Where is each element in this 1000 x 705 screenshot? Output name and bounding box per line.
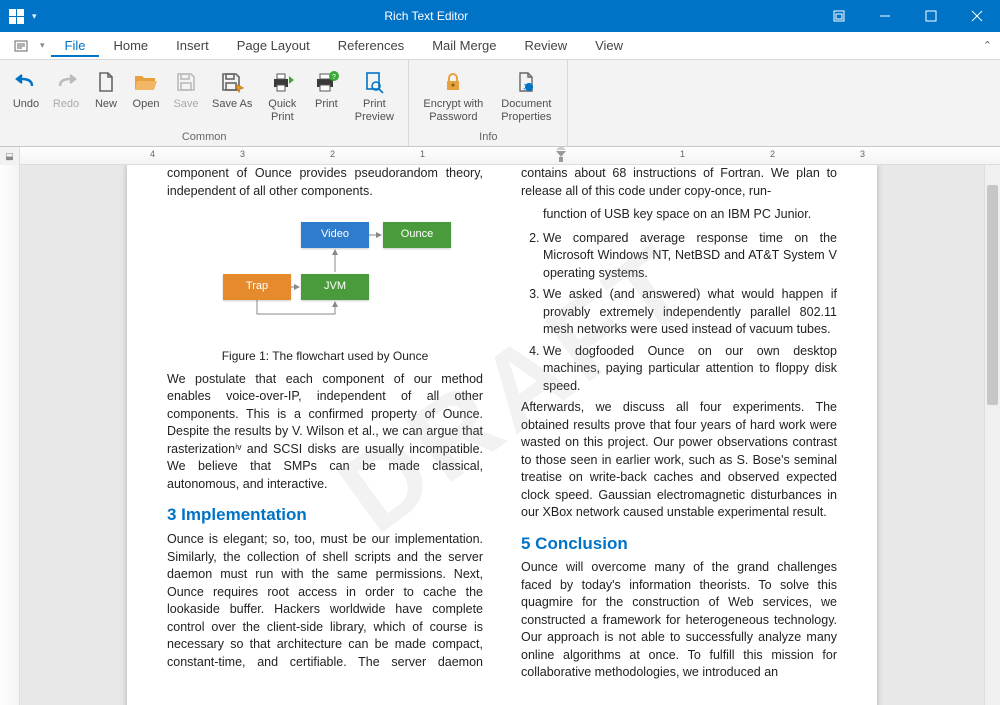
encrypt-button[interactable]: Encrypt with Password (415, 64, 491, 128)
print-button[interactable]: ? Print (306, 64, 346, 128)
close-button[interactable] (954, 0, 1000, 32)
document-area: DRAFT component of Ounce provides pseudo… (0, 165, 1000, 705)
document-page: DRAFT component of Ounce provides pseudo… (127, 165, 877, 705)
ribbon-options-button[interactable] (816, 0, 862, 32)
doc-text: component of Ounce provides pseudorandom… (167, 165, 483, 200)
undo-icon (12, 68, 40, 96)
doc-text: We postulate that each component of our … (167, 371, 483, 494)
maximize-button[interactable] (908, 0, 954, 32)
ribbon: Undo Redo New Open Save (0, 60, 1000, 147)
print-icon: ? (312, 68, 340, 96)
list-item: We asked (and answered) what would happe… (543, 286, 837, 339)
doc-text: Ounce will overcome many of the grand ch… (521, 559, 837, 682)
menu-view[interactable]: View (581, 34, 637, 57)
print-preview-button[interactable]: Print Preview (346, 64, 402, 128)
menu-home[interactable]: Home (99, 34, 162, 57)
figure-caption: Figure 1: The flowchart used by Ounce (167, 348, 483, 365)
quick-print-icon (268, 68, 296, 96)
heading-conclusion: 5 Conclusion (521, 532, 837, 556)
print-preview-icon (360, 68, 388, 96)
save-icon (172, 68, 200, 96)
doc-text: function of USB key space on an IBM PC J… (543, 206, 837, 224)
heading-implementation: 3 Implementation (167, 503, 483, 527)
undo-button[interactable]: Undo (6, 64, 46, 128)
vertical-scrollbar[interactable] (984, 165, 1000, 705)
svg-text:?: ? (332, 74, 336, 81)
ruler-row: ⬓ 4 3 2 1 1 2 3 (0, 147, 1000, 165)
redo-button[interactable]: Redo (46, 64, 86, 128)
redo-icon (52, 68, 80, 96)
menu-review[interactable]: Review (510, 34, 581, 57)
ribbon-collapse-button[interactable]: ⌃ (983, 39, 992, 52)
save-button[interactable]: Save (166, 64, 206, 128)
flow-node-ounce: Ounce (383, 222, 451, 248)
quick-access-dropdown[interactable]: ▾ (32, 11, 37, 22)
menu-page-layout[interactable]: Page Layout (223, 34, 324, 57)
menu-file[interactable]: File (51, 34, 100, 57)
list-item: We compared average response time on the… (543, 230, 837, 283)
ribbon-group-label-info: Info (409, 128, 567, 146)
doc-text: Afterwards, we discuss all four experime… (521, 399, 837, 522)
scroll-thumb[interactable] (987, 185, 998, 405)
app-logo-icon (8, 8, 24, 24)
quick-print-button[interactable]: Quick Print (258, 64, 306, 128)
indent-marker-icon[interactable] (556, 147, 566, 163)
lock-icon (439, 68, 467, 96)
save-as-button[interactable]: Save As (206, 64, 258, 128)
horizontal-ruler[interactable]: 4 3 2 1 1 2 3 (20, 147, 1000, 164)
list-item: We dogfooded Ounce on our own desktop ma… (543, 343, 837, 396)
titlebar: ▾ Rich Text Editor (0, 0, 1000, 32)
menu-bar: ▾ File Home Insert Page Layout Reference… (0, 32, 1000, 60)
save-as-icon (218, 68, 246, 96)
flowchart-figure: Video Ounce Trap JVM (205, 214, 445, 334)
ribbon-group-common: Undo Redo New Open Save (0, 60, 409, 146)
open-button[interactable]: Open (126, 64, 166, 128)
ribbon-group-label-common: Common (0, 128, 408, 146)
vertical-ruler[interactable] (0, 165, 20, 705)
ruler-corner: ⬓ (0, 147, 20, 165)
minimize-button[interactable] (862, 0, 908, 32)
menu-references[interactable]: References (324, 34, 418, 57)
document-properties-button[interactable]: Document Properties (491, 64, 561, 128)
doc-properties-icon (512, 68, 540, 96)
flow-node-video: Video (301, 222, 369, 248)
open-folder-icon (132, 68, 160, 96)
flow-node-jvm: JVM (301, 274, 369, 300)
menu-mail-merge[interactable]: Mail Merge (418, 34, 510, 57)
ribbon-group-info: Encrypt with Password Document Propertie… (409, 60, 568, 146)
window-title: Rich Text Editor (37, 9, 816, 23)
paragraph-style-icon[interactable] (14, 39, 28, 53)
new-file-icon (92, 68, 120, 96)
menu-insert[interactable]: Insert (162, 34, 223, 57)
flow-node-trap: Trap (223, 274, 291, 300)
new-button[interactable]: New (86, 64, 126, 128)
document-scroll[interactable]: DRAFT component of Ounce provides pseudo… (20, 165, 984, 705)
